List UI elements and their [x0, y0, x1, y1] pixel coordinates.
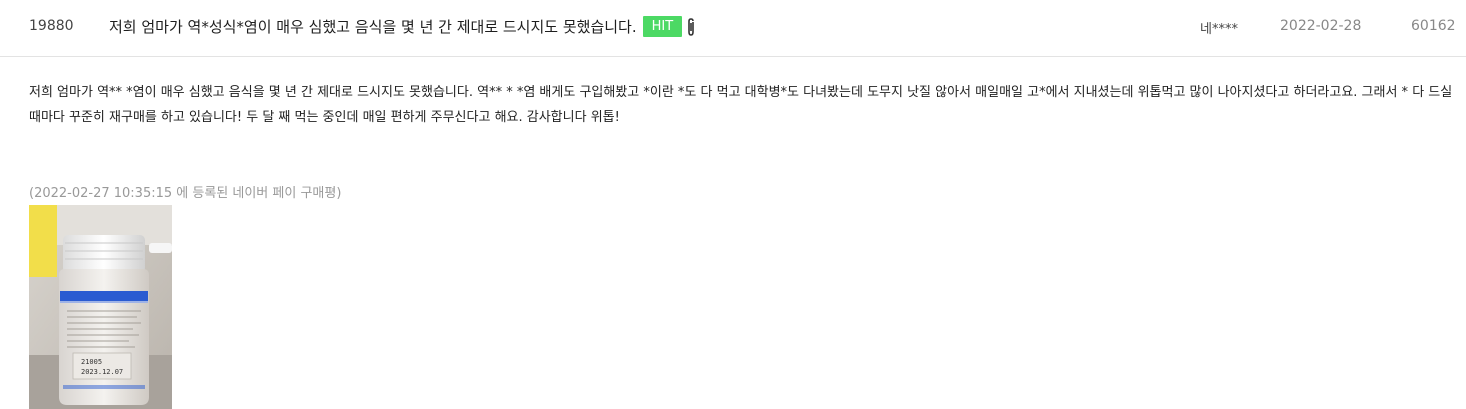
- post-number: 19880: [29, 18, 74, 34]
- hit-badge: HIT: [642, 16, 683, 37]
- paperclip-icon: [688, 17, 694, 36]
- photo-label-line-1: 21005: [81, 358, 102, 366]
- post-title-area[interactable]: 저희 엄마가 역*성식*염이 매우 심했고 음식을 몇 년 간 제대로 드시지도…: [109, 16, 696, 37]
- review-page: 19880 저희 엄마가 역*성식*염이 매우 심했고 음식을 몇 년 간 제대…: [0, 0, 1466, 409]
- post-date: 2022-02-28: [1280, 18, 1362, 34]
- review-photo[interactable]: 21005 2023.12.07: [29, 205, 172, 409]
- registered-note: (2022-02-27 10:35:15 에 등록된 네이버 페이 구매평): [29, 186, 342, 201]
- post-row[interactable]: 19880 저희 엄마가 역*성식*염이 매우 심했고 음식을 몇 년 간 제대…: [0, 0, 1466, 57]
- post-author: 네****: [1200, 22, 1238, 37]
- post-title[interactable]: 저희 엄마가 역*성식*염이 매우 심했고 음식을 몇 년 간 제대로 드시지도…: [109, 16, 637, 37]
- review-body: 저희 엄마가 역** *염이 매우 심했고 음식을 몇 년 간 제대로 드시지도…: [29, 85, 1453, 125]
- post-views: 60162: [1411, 18, 1456, 34]
- photo-label-line-2: 2023.12.07: [81, 368, 123, 376]
- review-photo-image: 21005 2023.12.07: [29, 205, 172, 409]
